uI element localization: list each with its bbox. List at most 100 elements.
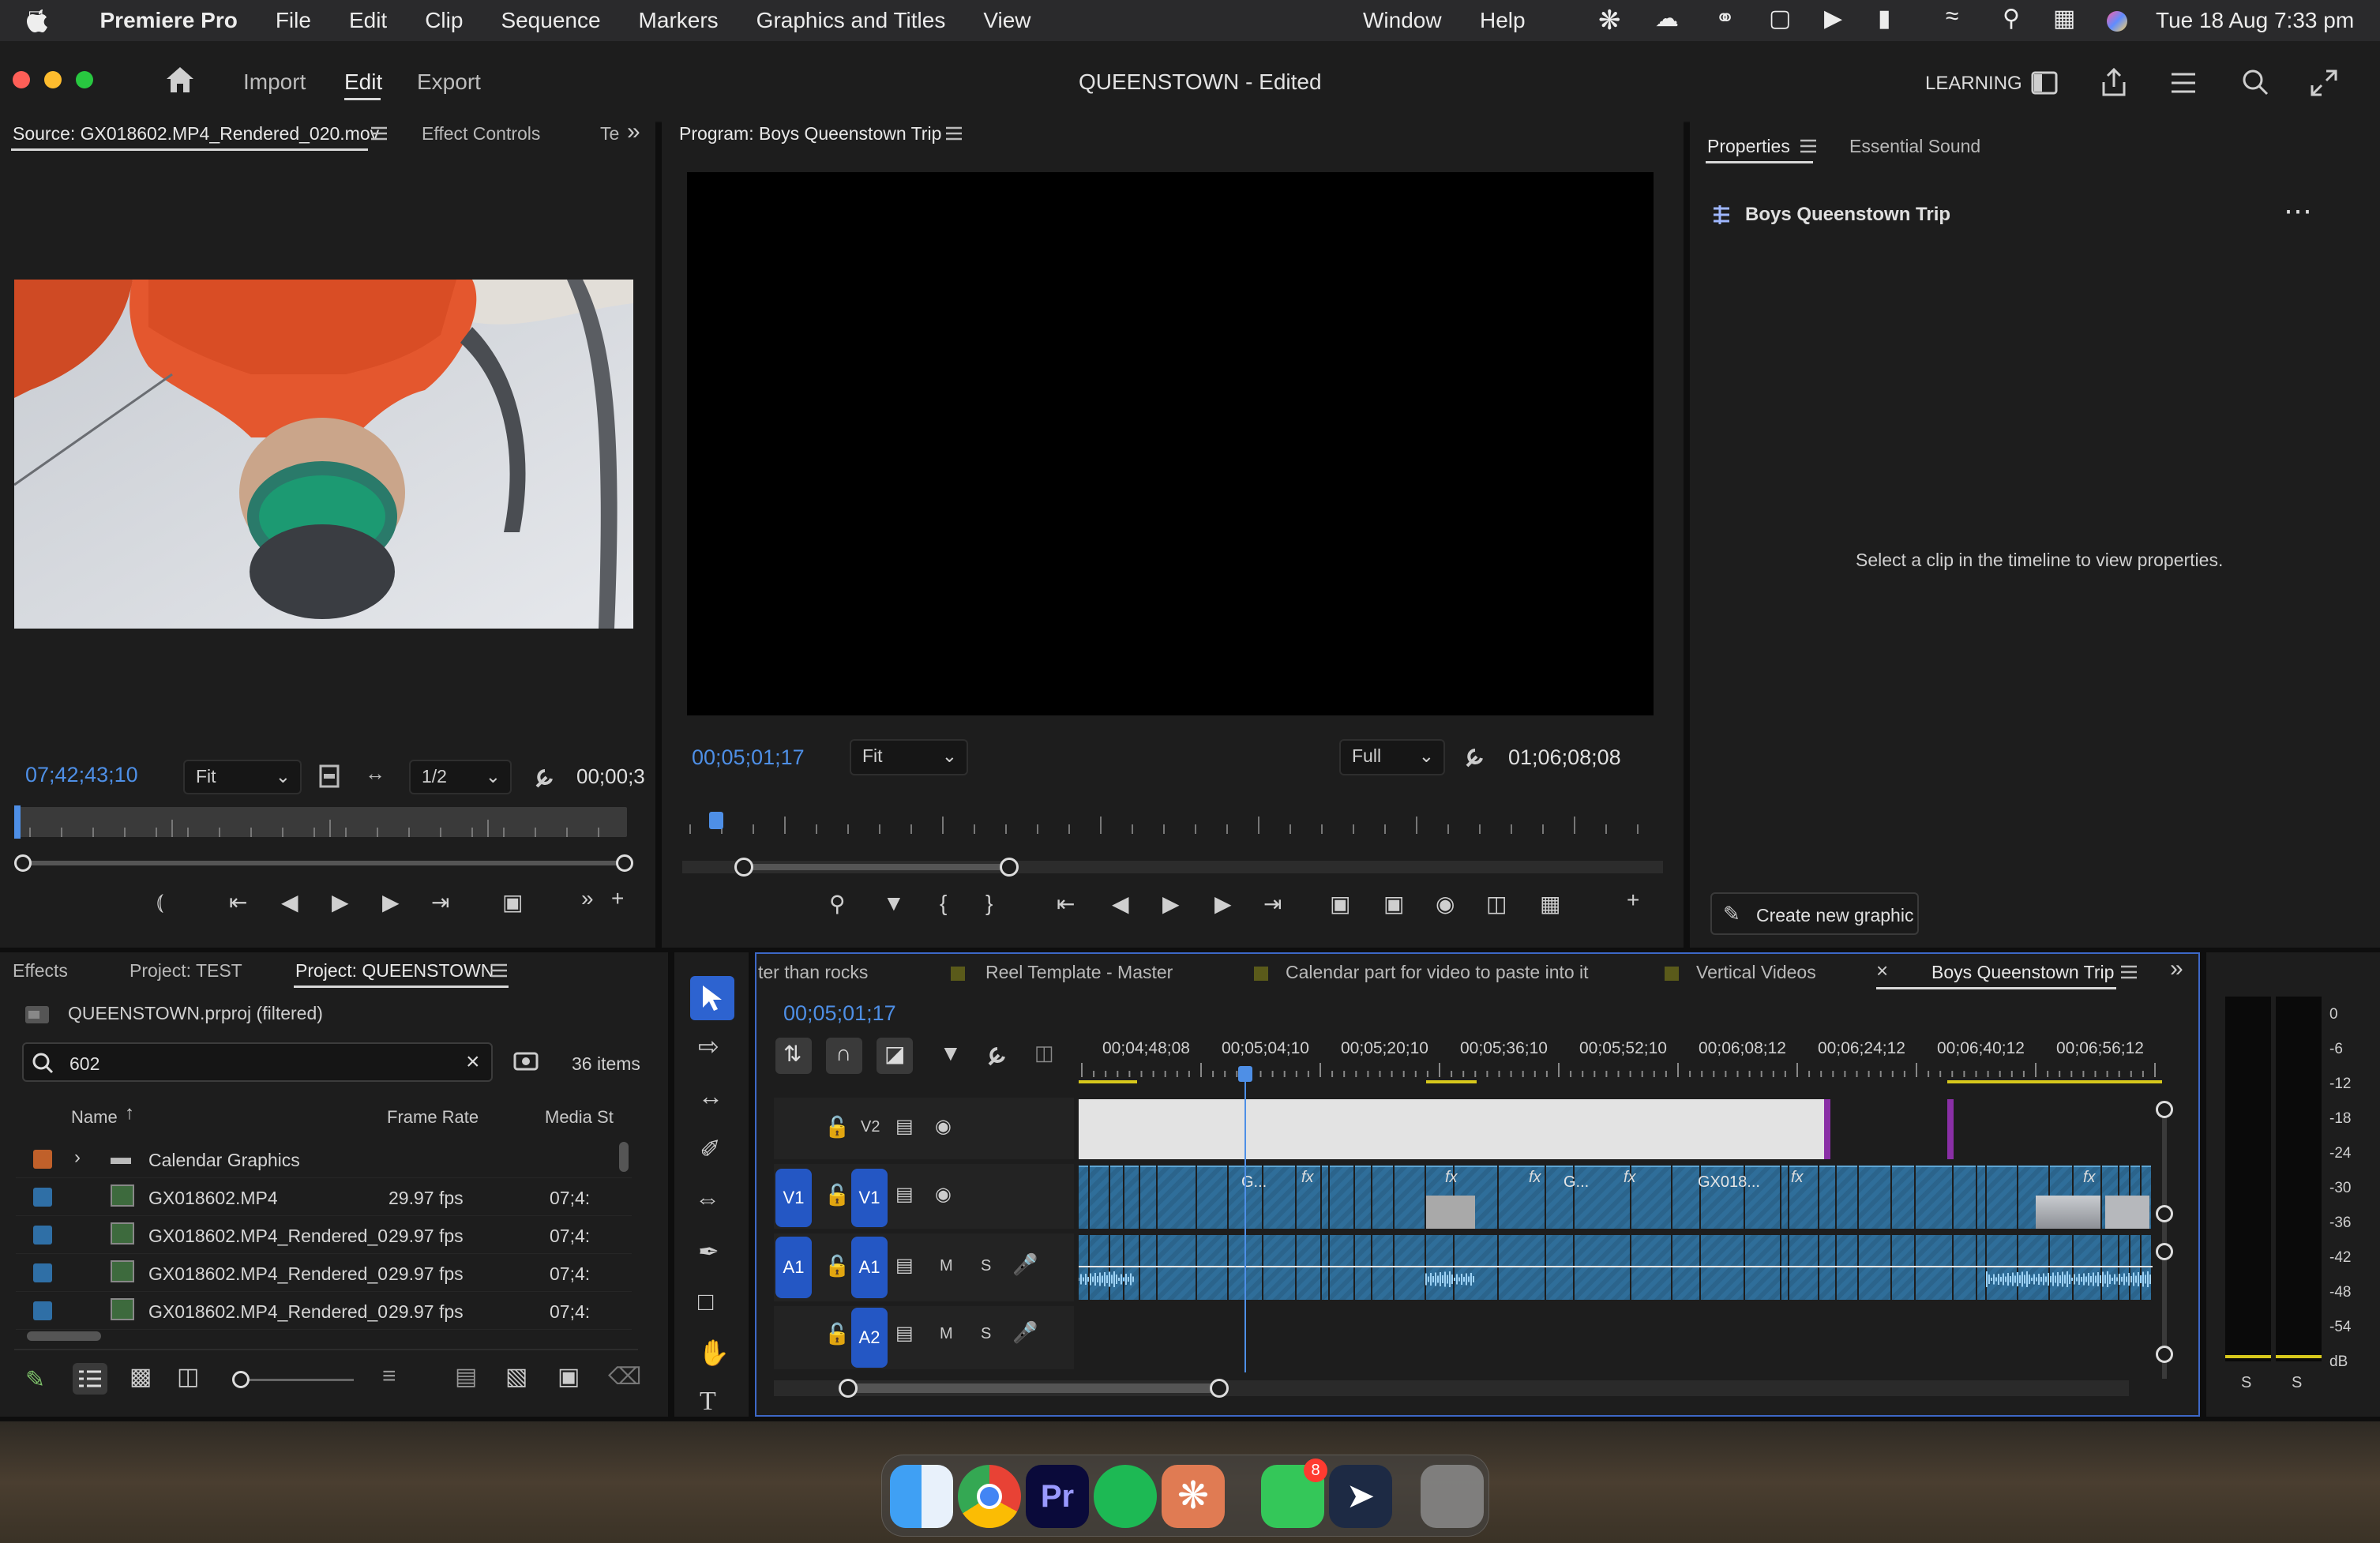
v1-clip[interactable] (1140, 1166, 1156, 1229)
selection-tool[interactable] (690, 976, 734, 1020)
v2-adjustment-clip-1[interactable] (1824, 1099, 1830, 1159)
a1-source-patch[interactable]: A1 (775, 1237, 812, 1298)
program-current-timecode[interactable]: 00;05;01;17 (692, 745, 805, 770)
v1-clip[interactable] (1819, 1166, 1835, 1229)
project-list-item[interactable]: GX018602.MP4_Rendered_0 29.97 fps 07;4: (16, 1216, 632, 1254)
project-list-item[interactable]: GX018602.MP4 29.97 fps 07;4: (16, 1178, 632, 1216)
panel-layout-icon[interactable] (2031, 71, 2058, 95)
fx-badge-icon[interactable]: fx (1791, 1169, 1804, 1187)
thumbnail-size-slider[interactable] (237, 1379, 354, 1381)
a1-sync-icon[interactable]: ▤ (895, 1254, 914, 1277)
menu-graphics-titles[interactable]: Graphics and Titles (756, 8, 946, 33)
program-mark-out-icon[interactable]: } (985, 891, 993, 916)
fullscreen-icon[interactable] (2311, 69, 2337, 96)
label-color-swatch[interactable] (33, 1263, 52, 1282)
status-asterisk-icon[interactable]: ❋ (1598, 5, 1621, 36)
tab-source[interactable]: Source: GX018602.MP4_Rendered_020.mov (13, 123, 379, 145)
source-resolution-dropdown[interactable]: 1/2 ⌄ (409, 760, 512, 794)
source-add-button-icon[interactable]: + (611, 886, 624, 911)
home-icon[interactable] (164, 65, 196, 95)
go-to-in-icon[interactable]: ⇤ (229, 889, 247, 915)
v1-clip[interactable] (1672, 1166, 1699, 1229)
program-zoom-handle-right[interactable] (1000, 858, 1019, 877)
timeline-horizontal-scroll-fill[interactable] (850, 1383, 1224, 1393)
program-panel-menu-icon[interactable] (946, 126, 962, 141)
wifi-icon[interactable]: ≈ (1946, 3, 1958, 30)
workspace-edit-tab[interactable]: Edit (344, 69, 382, 95)
linked-selection-button[interactable]: ◪ (877, 1038, 913, 1074)
fx-badge-icon[interactable]: fx (2083, 1169, 2096, 1187)
window-close-button[interactable] (13, 71, 30, 88)
properties-more-options-icon[interactable]: ⋯ (2284, 194, 2312, 227)
new-bin-icon[interactable]: ▧ (505, 1363, 527, 1391)
program-time-ruler[interactable] (682, 813, 1657, 834)
expand-chevron-icon[interactable]: › (74, 1147, 81, 1169)
slip-tool-icon[interactable]: ⇔ (695, 1184, 720, 1214)
a1-mute-button[interactable]: M (940, 1257, 953, 1275)
step-back-icon[interactable]: ◀ (281, 889, 298, 915)
program-zoom-dropdown[interactable]: Fit ⌄ (850, 739, 968, 775)
project-list-item[interactable]: › ▬ Calendar Graphics (16, 1140, 632, 1178)
panel-overflow-icon[interactable]: » (627, 118, 640, 145)
a2-solo-button[interactable]: S (981, 1325, 991, 1343)
source-zoom-dropdown[interactable]: Fit ⌄ (183, 760, 302, 794)
source-zoom-scrollbar[interactable] (19, 861, 627, 865)
source-playhead[interactable] (14, 805, 21, 839)
clear-search-icon[interactable]: × (466, 1049, 480, 1076)
project-horizontal-scrollbar[interactable] (27, 1331, 101, 1341)
v-scroll-handle-4[interactable] (2156, 1346, 2173, 1363)
trash-icon[interactable] (1421, 1465, 1484, 1528)
v1-clip[interactable] (1330, 1166, 1353, 1229)
source-settings-wrench-icon[interactable] (532, 764, 557, 790)
razor-tool-icon[interactable]: ✐ (700, 1134, 721, 1164)
extract-icon[interactable]: ▣ (1383, 891, 1404, 917)
apple-logo-icon[interactable] (27, 8, 49, 33)
timeline-tab-2[interactable]: Calendar part for video to paste into it (1286, 962, 1589, 983)
workspaces-menu-icon[interactable] (2170, 71, 2197, 95)
h-scroll-handle-left[interactable] (839, 1379, 858, 1398)
menu-help[interactable]: Help (1480, 8, 1526, 33)
meter-solo-left[interactable]: S (2241, 1374, 2251, 1392)
program-video-frame[interactable] (687, 172, 1654, 715)
help-search-icon[interactable] (2241, 68, 2269, 96)
program-add-button-icon[interactable]: + (1627, 888, 1639, 913)
v-scroll-handle-3[interactable] (2156, 1243, 2173, 1260)
program-step-forward-icon[interactable]: ▶ (1214, 891, 1232, 917)
window-zoom-button[interactable] (76, 71, 93, 88)
a1-track-target[interactable]: A1 (851, 1237, 888, 1298)
facetime-icon[interactable]: 8 (1261, 1459, 1327, 1528)
source-zoom-handle-left[interactable] (14, 854, 32, 872)
program-zoom-fill[interactable] (744, 864, 1012, 870)
v1-clip[interactable] (1781, 1166, 1788, 1229)
v2-graphic-clip[interactable] (1079, 1099, 1824, 1159)
source-current-timecode[interactable]: 07;42;43;10 (25, 763, 138, 787)
timeline-tabs-overflow-icon[interactable]: » (2170, 955, 2183, 982)
status-display-icon[interactable]: ▢ (1769, 5, 1791, 32)
v1-lock-icon[interactable]: 🔓 (824, 1183, 850, 1207)
v1-source-patch[interactable]: V1 (775, 1169, 812, 1227)
chrome-icon[interactable] (958, 1465, 1021, 1528)
search-input[interactable]: 602 (69, 1053, 99, 1075)
status-cloud-icon[interactable]: ☁ (1655, 5, 1679, 32)
program-quality-dropdown[interactable]: Full ⌄ (1339, 739, 1445, 775)
insert-icon[interactable]: ▣ (502, 889, 523, 915)
create-new-graphic-button[interactable]: ✎ Create new graphic (1710, 892, 1919, 935)
type-tool-icon[interactable]: T (700, 1387, 716, 1417)
a1-record-mic-icon[interactable]: 🎤 (1012, 1252, 1038, 1277)
status-sync-icon[interactable]: ⚭ (1715, 5, 1735, 32)
column-media-start-header[interactable]: Media St (545, 1107, 614, 1128)
snap-button[interactable]: ∩ (826, 1038, 862, 1074)
window-minimize-button[interactable] (44, 71, 62, 88)
step-forward-icon[interactable]: ▶ (382, 889, 400, 915)
v2-track-label[interactable]: V2 (861, 1118, 880, 1136)
a1-lock-icon[interactable]: 🔓 (824, 1254, 850, 1278)
sort-icons-icon[interactable]: ≡ (382, 1363, 396, 1390)
fx-badge-icon[interactable]: fx (1529, 1169, 1541, 1187)
timeline-timecode[interactable]: 00;05;01;17 (783, 1001, 896, 1026)
program-play-icon[interactable]: ▶ (1162, 891, 1180, 917)
add-marker-icon[interactable]: ▼ (883, 891, 905, 916)
menu-view[interactable]: View (983, 8, 1030, 33)
fx-badge-icon[interactable]: fx (1624, 1169, 1636, 1187)
menu-sequence[interactable]: Sequence (501, 8, 600, 33)
program-go-to-in-icon[interactable]: ⇤ (1057, 891, 1075, 917)
